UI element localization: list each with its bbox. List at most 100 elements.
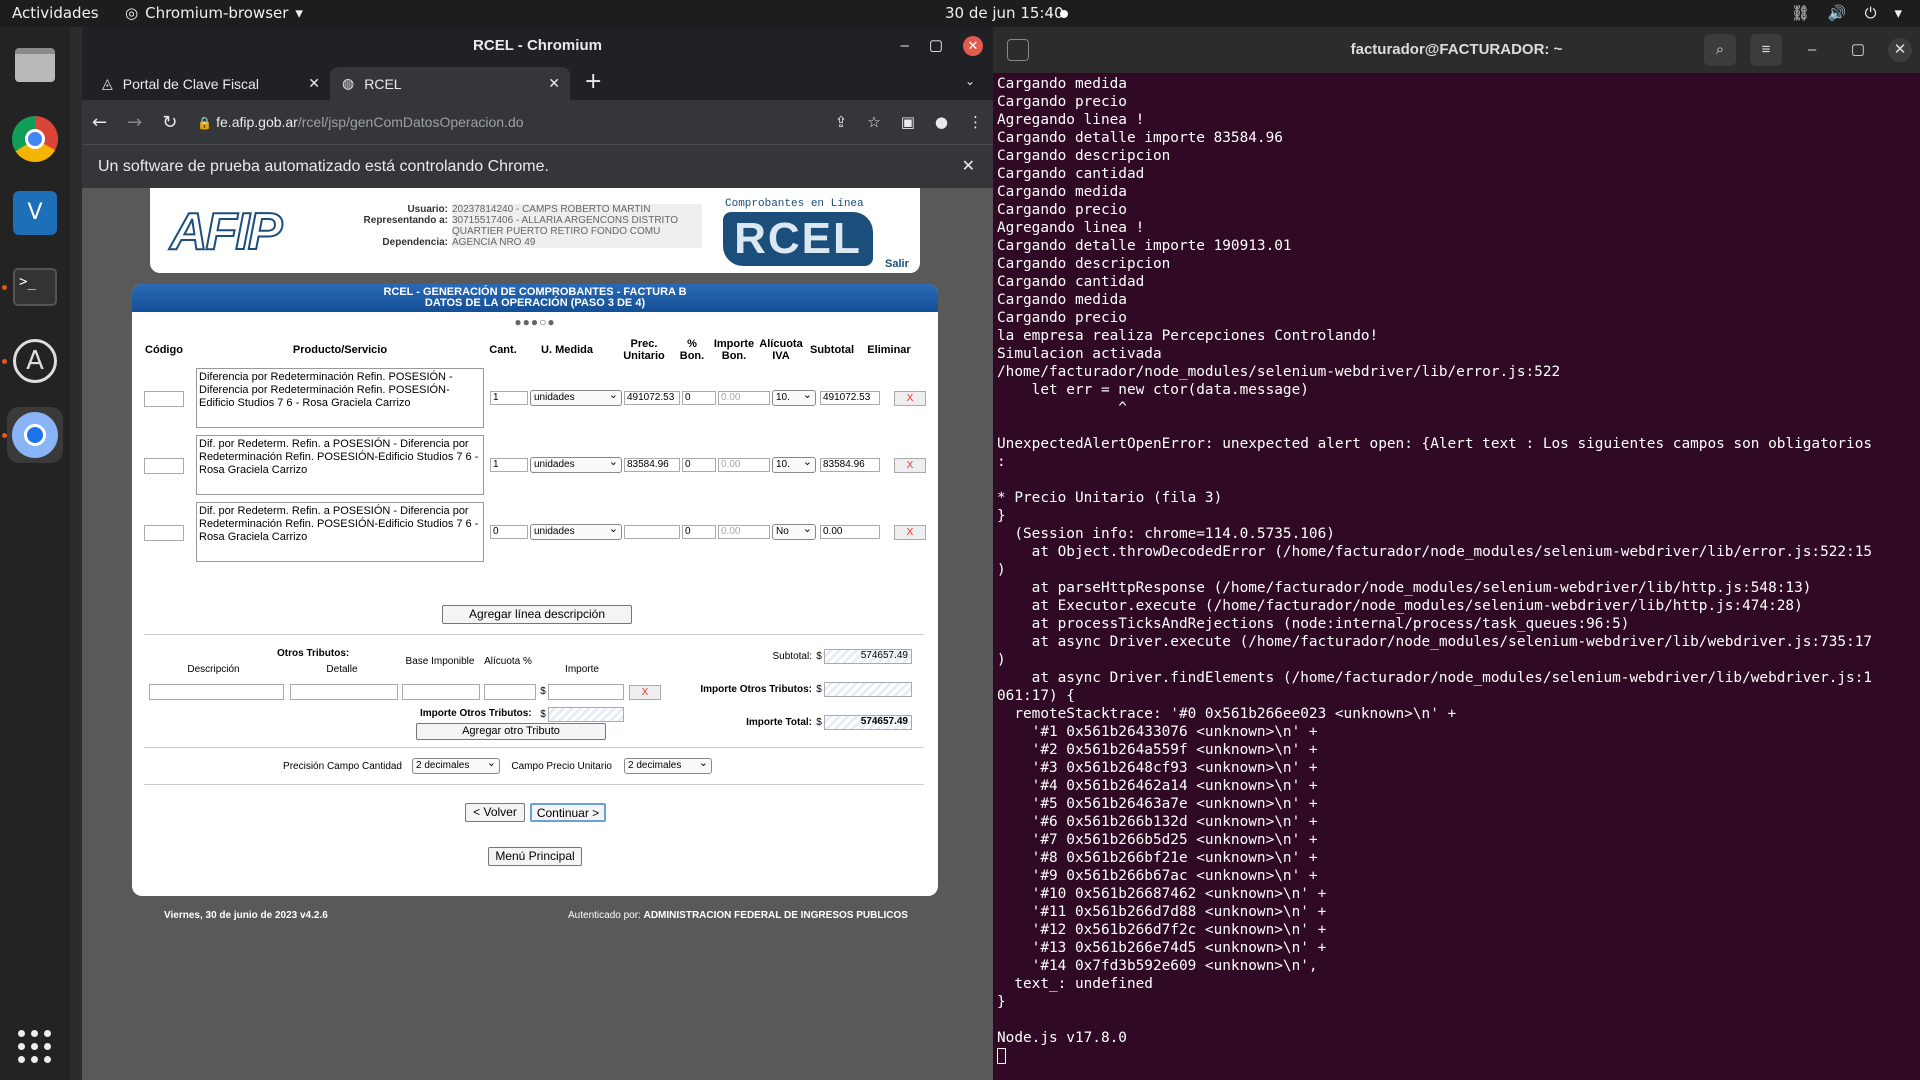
alicuota-select[interactable]: 10. — [772, 455, 816, 473]
profile-icon[interactable]: ● — [935, 113, 948, 131]
new-tab-icon[interactable] — [1007, 39, 1029, 61]
salir-link[interactable]: Salir — [885, 258, 909, 270]
bonif-input[interactable]: 0 — [682, 458, 716, 472]
eliminar-button[interactable]: X — [894, 525, 926, 540]
footer-auth-name: ADMINISTRACION FEDERAL DE INGRESOS PUBLI… — [643, 910, 908, 921]
tab-close-icon[interactable]: ✕ — [308, 75, 320, 92]
minimize-icon[interactable]: – — [900, 27, 908, 64]
chrome-icon[interactable] — [7, 111, 63, 167]
address-bar[interactable]: 🔒 fe.afip.gob.ar/rcel/jsp/genComDatosOpe… — [197, 114, 814, 130]
terminal-output[interactable]: Cargando medida Cargando precio Agregando … — [993, 73, 1920, 1067]
currency-sign: $ — [816, 684, 822, 695]
importe-otros-total-input — [824, 682, 912, 697]
toolbar: ← → ↻ 🔒 fe.afip.gob.ar/rcel/jsp/genComDa… — [82, 100, 993, 144]
kebab-menu-icon[interactable]: ⋮ — [968, 113, 983, 131]
umedida-select[interactable]: unidades — [530, 522, 622, 540]
eliminar-button[interactable]: X — [894, 391, 926, 406]
app-menu[interactable]: ◎ Chromium-browser ▾ — [125, 4, 303, 22]
terminal-line: remoteStacktrace: '#0 0x561b266ee023 <un… — [997, 706, 1457, 722]
importe-total-input: 574657.49 — [824, 715, 912, 730]
terminal-line: Node.js v17.8.0 — [997, 1030, 1127, 1046]
hamburger-menu-icon[interactable]: ≡ — [1750, 34, 1782, 66]
tab-close-icon[interactable]: ✕ — [548, 75, 560, 92]
precio-input[interactable] — [624, 525, 680, 539]
clock[interactable]: 30 de jun 15:40 — [945, 4, 1064, 22]
representando-value: 30715517406 - ALLARIA ARGENCONS DISTRITO… — [452, 215, 702, 237]
descripcion-textarea[interactable]: Dif. por Redeterm. Refin. a POSESIÓN - D… — [196, 502, 484, 562]
menu-principal-button[interactable]: Menú Principal — [488, 847, 582, 866]
top-bar: Actividades ◎ Chromium-browser ▾ 30 de jun… — [0, 0, 1920, 27]
codigo-input[interactable] — [144, 458, 184, 474]
close-icon[interactable]: ✕ — [1888, 38, 1912, 62]
volver-button[interactable]: < Volver — [465, 803, 525, 822]
trib-detalle-input[interactable] — [290, 684, 398, 700]
back-icon[interactable]: ← — [92, 112, 107, 133]
minimize-icon[interactable]: – — [1796, 34, 1828, 66]
cantidad-input[interactable]: 1 — [490, 391, 528, 405]
terminal-line: Cargando medida — [997, 76, 1127, 92]
precision-precio-select[interactable]: 2 decimales — [624, 756, 712, 774]
terminal-line: Cargando precio — [997, 310, 1127, 326]
side-panel-icon[interactable]: ▣ — [901, 113, 915, 131]
new-tab-button[interactable]: + — [584, 69, 602, 94]
bonif-input[interactable]: 0 — [682, 391, 716, 405]
trib-descripcion-input[interactable] — [149, 684, 284, 700]
agregar-linea-button[interactable]: Agregar línea descripción — [442, 605, 632, 624]
chromium-window: RCEL - Chromium – ▢ ✕ ◬ Portal de Clave Fis… — [82, 27, 993, 1080]
subtotal-input: 491072.53 — [820, 391, 880, 405]
umedida-select[interactable]: unidades — [530, 455, 622, 473]
descripcion-textarea[interactable]: Diferencia por Redeterminación Refin. PO… — [196, 368, 484, 428]
eliminar-button[interactable]: X — [894, 458, 926, 473]
precio-input[interactable]: 491072.53 — [624, 391, 680, 405]
vscode-icon[interactable]: V — [7, 185, 63, 241]
infobar-text: Un software de prueba automatizado está … — [98, 158, 549, 175]
system-tray[interactable]: ⛓ 🔊 ⏻ ▾ — [1791, 4, 1902, 22]
agregar-tributo-button[interactable]: Agregar otro Tributo — [416, 723, 606, 740]
maximize-icon[interactable]: ▢ — [929, 27, 943, 64]
trib-eliminar-button[interactable]: X — [629, 685, 661, 700]
precio-input[interactable]: 83584.96 — [624, 458, 680, 472]
forward-icon[interactable]: → — [127, 112, 142, 133]
cantidad-input[interactable]: 0 — [490, 525, 528, 539]
codigo-input[interactable] — [144, 391, 184, 407]
infobar-close-icon[interactable]: ✕ — [962, 145, 975, 189]
descripcion-textarea[interactable]: Dif. por Redeterm. Refin. a POSESIÓN - D… — [196, 435, 484, 495]
page-viewport: AFIP Usuario: 20237814240 - CAMPS ROBERTO… — [82, 188, 993, 1080]
network-icon: ⛓ — [1790, 4, 1810, 22]
trib-importe-input[interactable] — [548, 684, 624, 700]
trib-base-input[interactable] — [402, 684, 480, 700]
umedida-select[interactable]: unidades — [530, 388, 622, 406]
terminal-line: Agregando linea ! — [997, 220, 1145, 236]
dock: V >_ A — [0, 27, 70, 1080]
trib-col-detalle: Detalle — [326, 664, 358, 675]
alicuota-select[interactable]: No — [772, 522, 816, 540]
bonif-input[interactable]: 0 — [682, 525, 716, 539]
software-icon[interactable]: A — [2, 333, 63, 389]
url-host: fe.afip.gob.ar — [216, 114, 298, 130]
terminal-icon[interactable]: >_ — [2, 259, 63, 315]
trib-alicuota-input[interactable] — [484, 684, 536, 700]
continuar-button[interactable]: Continuar > — [530, 803, 606, 822]
share-icon[interactable]: ⇪ — [835, 113, 848, 131]
activities-button[interactable]: Actividades — [12, 4, 99, 22]
show-apps-icon[interactable] — [18, 1030, 52, 1064]
terminal-line: /home/facturador/node_modules/selenium-w… — [997, 364, 1561, 380]
alicuota-select[interactable]: 10. — [772, 388, 816, 406]
col-impbon: Importe Bon. — [713, 338, 755, 362]
cantidad-input[interactable]: 1 — [490, 458, 528, 472]
tab-portal-clave-fiscal[interactable]: ◬ Portal de Clave Fiscal ✕ — [90, 67, 330, 100]
star-icon[interactable]: ☆ — [867, 113, 880, 131]
reload-icon[interactable]: ↻ — [162, 112, 177, 133]
chromium-icon[interactable] — [2, 407, 63, 463]
precision-cantidad-select[interactable]: 2 decimales — [412, 756, 500, 774]
subtotal-total-input: 574657.49 — [824, 649, 912, 664]
files-icon[interactable] — [7, 37, 63, 93]
search-icon[interactable]: ⌕ — [1704, 34, 1736, 66]
volume-icon: 🔊 — [1827, 4, 1847, 22]
close-icon[interactable]: ✕ — [963, 35, 983, 56]
maximize-icon[interactable]: ▢ — [1842, 34, 1874, 66]
tab-rcel[interactable]: ◍ RCEL ✕ — [330, 67, 570, 100]
tab-search-icon[interactable]: ⌄ — [965, 74, 975, 88]
codigo-input[interactable] — [144, 525, 184, 541]
